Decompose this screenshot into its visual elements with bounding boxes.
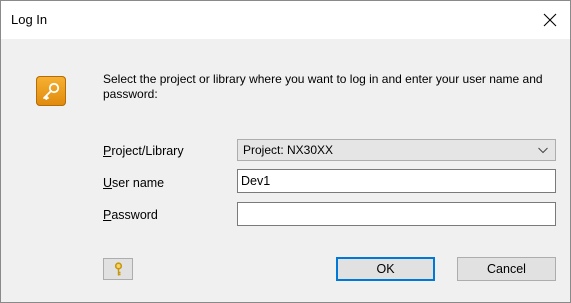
- window-title: Log In: [11, 12, 48, 27]
- password-label: Password: [103, 208, 158, 222]
- key-icon: [114, 262, 123, 276]
- project-library-value: Project: NX30XX: [243, 143, 334, 157]
- user-name-input[interactable]: [237, 169, 556, 193]
- close-icon: [543, 13, 557, 27]
- title-bar: Log In: [1, 1, 570, 39]
- close-button[interactable]: [530, 1, 570, 39]
- chevron-down-icon: [538, 147, 548, 154]
- key-button[interactable]: [103, 258, 133, 280]
- password-input[interactable]: [237, 202, 556, 226]
- dialog-content: Select the project or library where you …: [1, 39, 570, 302]
- key-icon: [36, 76, 66, 106]
- cancel-button[interactable]: Cancel: [457, 257, 556, 281]
- project-library-label-rest: roject/Library: [111, 144, 184, 158]
- project-library-select[interactable]: Project: NX30XX: [237, 139, 556, 161]
- user-name-label-rest: ser name: [112, 176, 165, 190]
- instructions-text: Select the project or library where you …: [103, 72, 543, 101]
- login-dialog: Log In Select the project or library whe…: [0, 0, 571, 303]
- user-name-label-mnemonic: U: [103, 176, 113, 190]
- ok-button[interactable]: OK: [336, 257, 435, 281]
- project-library-label: Project/Library: [103, 144, 184, 158]
- password-label-rest: assword: [111, 208, 158, 222]
- user-name-label: User name: [103, 176, 164, 190]
